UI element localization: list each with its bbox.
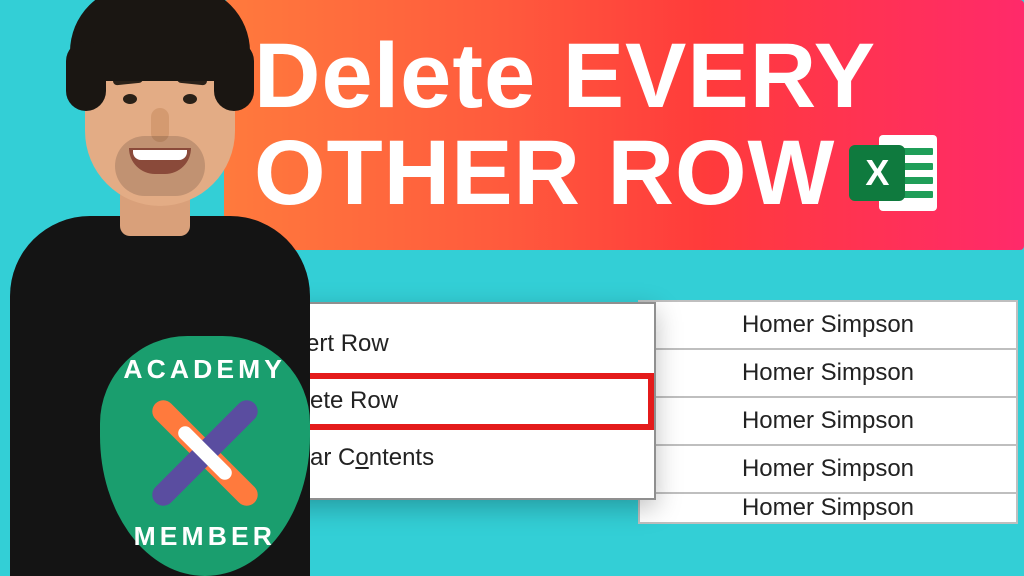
title-line-2: OTHER ROW: [254, 125, 835, 222]
presenter-photo: ACADEMY MEMBER: [0, 0, 330, 576]
sheet-cell: Homer Simpson: [640, 350, 1018, 398]
sheet-cell: Homer Simpson: [640, 398, 1018, 446]
excel-icon: X: [849, 129, 937, 217]
title-line-2-wrap: OTHER ROW X: [254, 125, 1004, 222]
presenter-hair: [70, 0, 250, 81]
title-line-1: Delete EVERY: [254, 28, 1004, 125]
spreadsheet-fragment: Homer Simpson Homer Simpson Homer Simpso…: [638, 300, 1018, 524]
sheet-cell: Homer Simpson: [640, 494, 1018, 524]
sheet-cell: Homer Simpson: [640, 302, 1018, 350]
badge-bottom-text: MEMBER: [134, 521, 276, 552]
excel-icon-badge: X: [849, 145, 905, 201]
shirt-badge: ACADEMY MEMBER: [100, 336, 310, 576]
title-banner: Delete EVERY OTHER ROW X: [224, 0, 1024, 250]
menu-item-suffix: ntents: [369, 444, 434, 471]
presenter-torso: ACADEMY MEMBER: [10, 216, 310, 576]
sheet-cell: Homer Simpson: [640, 446, 1018, 494]
badge-top-text: ACADEMY: [124, 354, 287, 385]
thumbnail-stage: Delete EVERY OTHER ROW X Homer Simpson H…: [0, 0, 1024, 576]
badge-x-icon: [150, 398, 260, 508]
menu-item-hotkey: o: [355, 444, 368, 471]
